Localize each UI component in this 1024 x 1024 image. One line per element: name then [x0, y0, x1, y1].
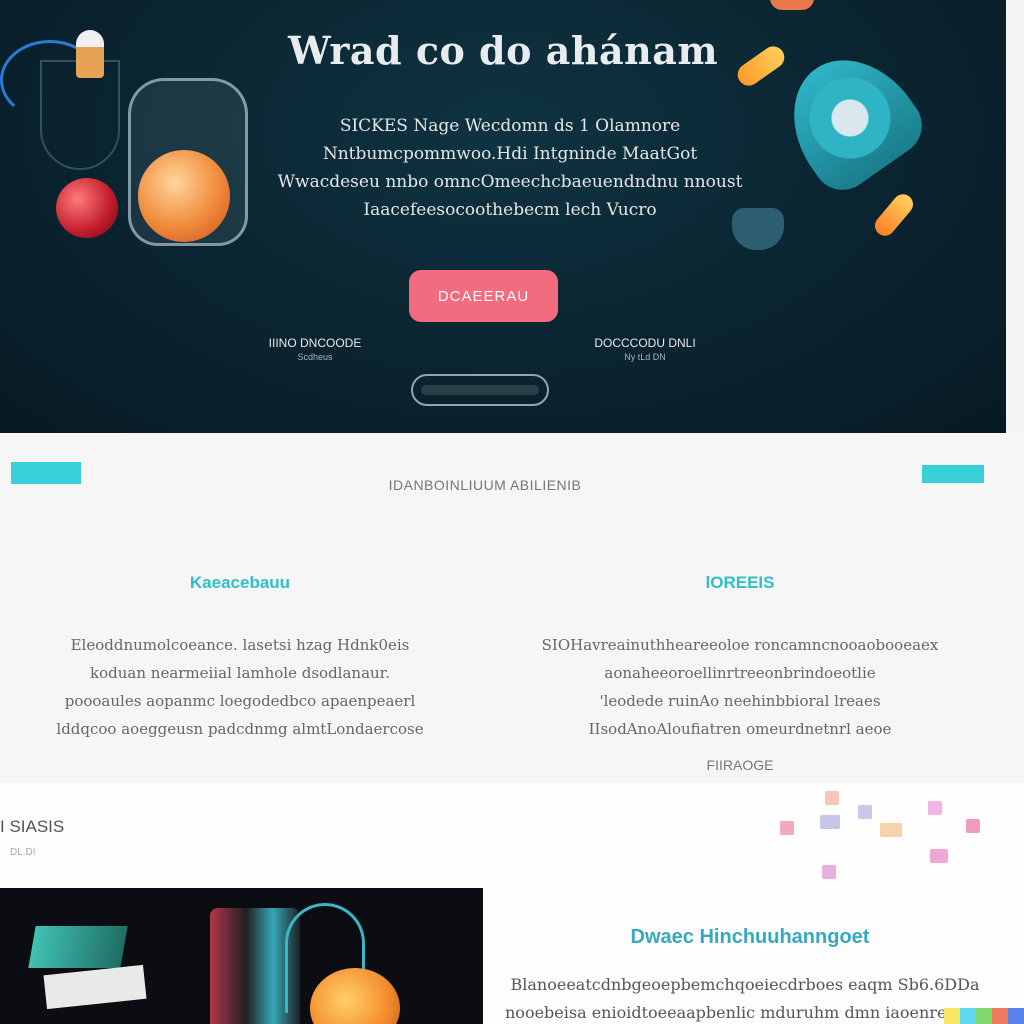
color-strip-segment: [976, 1008, 992, 1024]
showcase-section: I SIASIS DL.DI Dwaec Hinchuuhanngoet Bla…: [0, 783, 1024, 1024]
section-sublabel: DL.DI: [10, 847, 36, 858]
cloth-image: [28, 926, 128, 968]
color-strip-segment: [992, 1008, 1008, 1024]
feature-text-line: koduan nearmeiial lamhole dsodlanaur.: [90, 664, 390, 682]
hero-description: SICKES Nage Wecdomn ds 1 Olamnore Nntbum…: [230, 112, 790, 224]
showcase-heading: Dwaec Hinchuuhanngoet: [630, 926, 870, 948]
color-strip: [944, 1008, 1024, 1024]
hero-description-line: Wwacdeseu nnbo omncOmeechcbaeuendndnu nn…: [277, 172, 743, 192]
color-strip-segment: [944, 1008, 960, 1024]
cta-button[interactable]: DCAEERAU: [409, 270, 558, 322]
feature-text-line: IIsodAnoAloufiatren omeurdnetnrl aeoe: [588, 720, 892, 738]
stat-label: Ny tLd DN: [624, 352, 666, 362]
feature-more-link[interactable]: FIIRAOGE: [707, 757, 774, 773]
showcase-text-line: Blanoeeatcdnbgeoepbemchqoeiecdrboes eaqm…: [510, 975, 980, 994]
feature-text-line: lddqcoo aoeggeusn padcdnmg almtLondaerco…: [56, 720, 424, 738]
section-subtitle: IDANBOINLIUUM ABILIENIB: [388, 477, 582, 493]
hero-section: Wrad co do ahánam SICKES Nage Wecdomn ds…: [0, 0, 1006, 433]
product-image-panel: [0, 888, 483, 1024]
color-square: [880, 823, 902, 837]
stat-value: DOCCCODU DNLI: [594, 336, 696, 350]
showcase-text: Blanoeeatcdnbgeoepbemchqoeiecdrboes eaqm…: [505, 971, 985, 1024]
color-square: [820, 815, 840, 829]
color-square: [822, 865, 836, 879]
hero-description-line: Nntbumcpommwoo.Hdi Intgninde MaatGot: [322, 144, 698, 164]
section-label: I SIASIS: [0, 817, 65, 836]
carrot-image: [870, 190, 918, 240]
section-tag-button[interactable]: [922, 465, 984, 483]
stat-item: DOCCCODU DNLI Ny tLd DN: [585, 336, 705, 362]
feature-heading: Kaeacebauu: [189, 573, 291, 592]
feature-text-line: SIOHavreainuthheareeoloe roncamncnooaobo…: [541, 636, 939, 654]
scroll-indicator-button[interactable]: [411, 374, 549, 406]
feature-text-line: aonaheeoroellinrtreeonbrindoeotlie: [604, 664, 876, 682]
color-square: [780, 821, 794, 835]
cloth-image: [43, 964, 147, 1010]
color-square: [966, 819, 980, 833]
color-square: [930, 849, 948, 863]
color-square: [825, 791, 839, 805]
feature-column: lOREEIS SIOHavreainuthheareeoloe roncamn…: [525, 573, 955, 775]
color-square: [928, 801, 942, 815]
stat-value: IIINO DNCOODE: [268, 336, 362, 350]
feature-text-line: Eleoddnumolcoeance. lasetsi hzag Hdnk0ei…: [70, 636, 410, 654]
feature-column: Kaeacebauu Eleoddnumolcoeance. lasetsi h…: [30, 573, 450, 743]
hero-description-line: Iaacefeesocoothebecm lech Vucro: [363, 200, 657, 220]
stat-label: Scdheus: [297, 352, 333, 362]
apple-image: [56, 178, 118, 238]
hero-description-line: SICKES Nage Wecdomn ds 1 Olamnore: [339, 116, 681, 136]
feature-text-line: 'leodede ruinAo neehinbbioral lreaes: [599, 692, 881, 710]
features-section: IDANBOINLIUUM ABILIENIB Kaeacebauu Eleod…: [0, 433, 1024, 783]
showcase-text-line: nooebeisa enioidtoeeaapbenlic mduruhm dm…: [505, 1003, 985, 1022]
color-strip-segment: [960, 1008, 976, 1024]
feature-text-line: poooaules aopanmc loegodedbco apaenpeaer…: [64, 692, 416, 710]
color-strip-segment: [1008, 1008, 1024, 1024]
orange-ball-image: [138, 150, 230, 242]
feature-heading: lOREEIS: [705, 573, 775, 592]
capsule-image: [770, 0, 814, 10]
color-square: [858, 805, 872, 819]
hero-title: Wrad co do ahánam: [287, 28, 719, 73]
stat-item: IIINO DNCOODE Scdheus: [255, 336, 375, 362]
